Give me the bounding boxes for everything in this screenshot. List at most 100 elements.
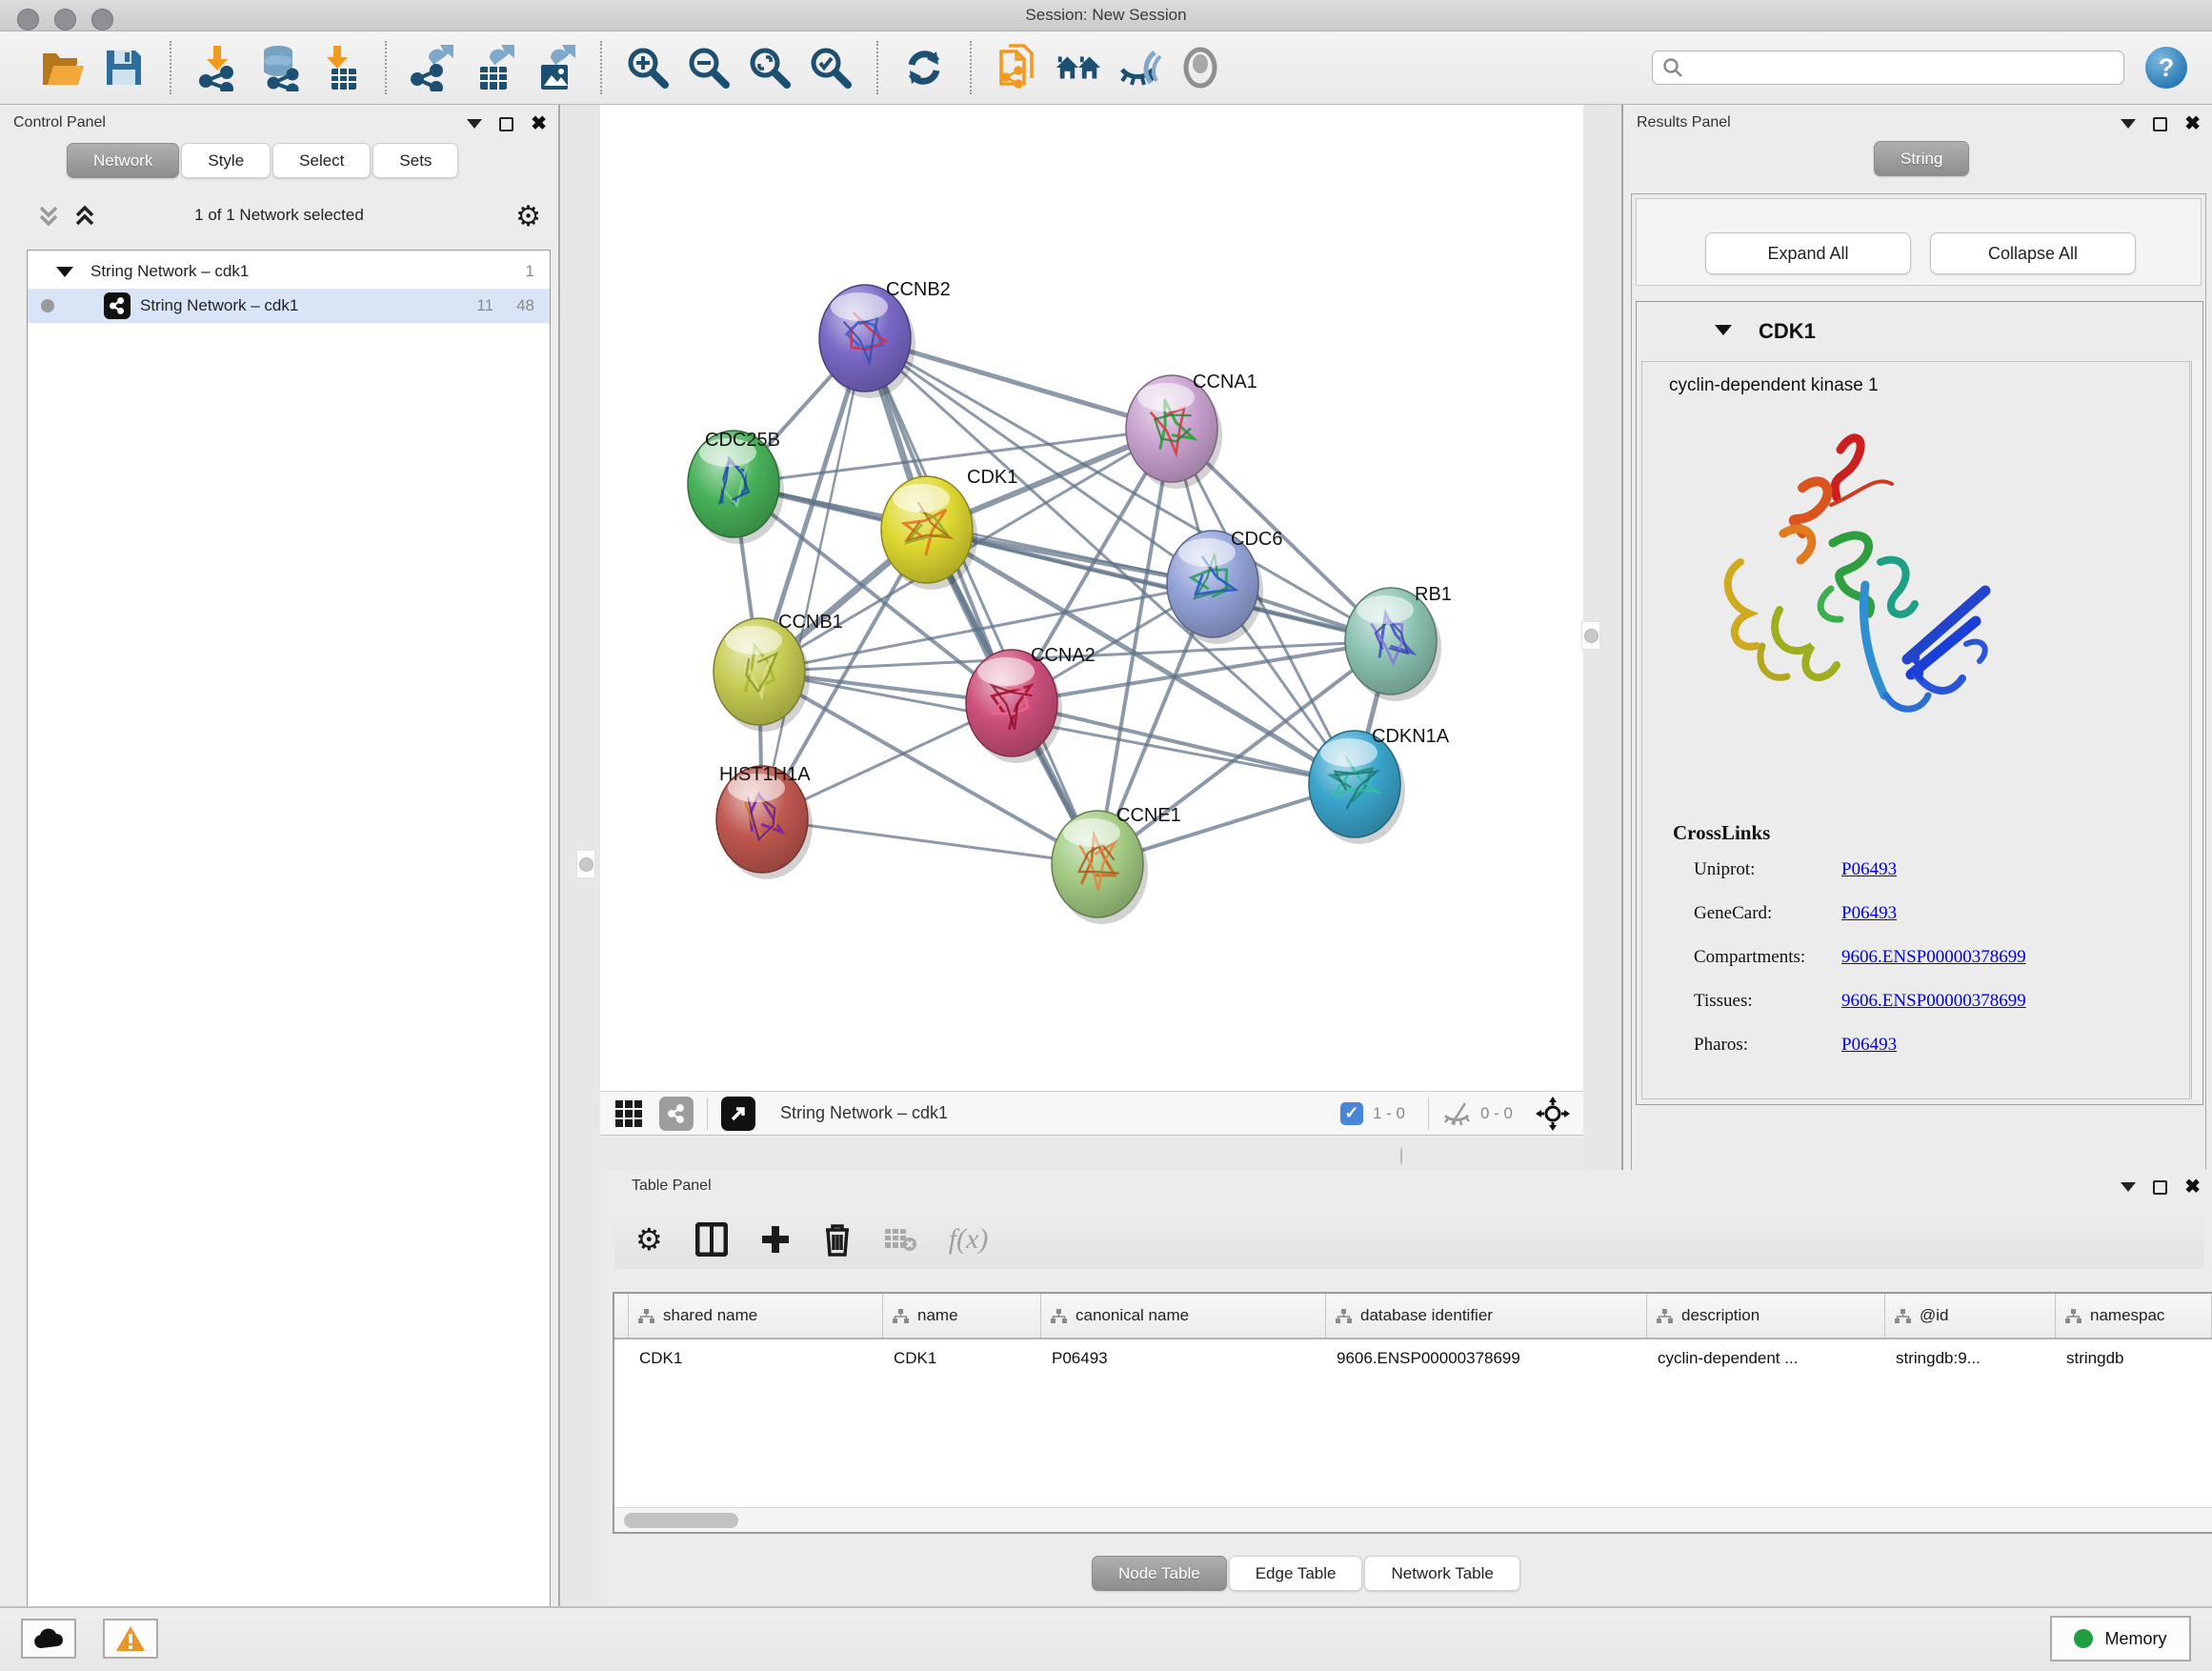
column-header-database-identifier[interactable]: database identifier	[1326, 1294, 1647, 1338]
column-header-canonical-name[interactable]: canonical name	[1041, 1294, 1326, 1338]
expand-all-button[interactable]: Expand All	[1705, 232, 1911, 274]
tab-node-table[interactable]: Node Table	[1092, 1556, 1227, 1591]
table-cell[interactable]: stringdb:9...	[1885, 1341, 2056, 1376]
save-session-icon[interactable]	[100, 44, 148, 91]
import-table-icon[interactable]	[315, 44, 363, 91]
show-columns-icon[interactable]	[695, 1222, 728, 1257]
tab-network-table[interactable]: Network Table	[1364, 1556, 1519, 1591]
column-header-shared-name[interactable]: shared name	[629, 1294, 883, 1338]
bottom-splitter-handle[interactable]	[1400, 1148, 1402, 1165]
selected-nodes-checkbox-icon[interactable]: ✓	[1340, 1102, 1363, 1125]
table-row[interactable]: CDK1CDK1P064939606.ENSP00000378699cyclin…	[614, 1341, 2212, 1376]
network-icon	[104, 292, 131, 319]
export-network-icon[interactable]	[409, 44, 456, 91]
memory-button[interactable]: Memory	[2050, 1616, 2191, 1661]
panel-close-icon[interactable]: ✖	[531, 114, 547, 133]
column-header--id[interactable]: @id	[1885, 1294, 2056, 1338]
expander-icon[interactable]	[56, 267, 73, 277]
collapse-all-button[interactable]: Collapse All	[1930, 232, 2136, 274]
network-share-icon[interactable]	[659, 1097, 694, 1131]
tab-sets[interactable]: Sets	[372, 143, 458, 178]
hidden-eye-icon[interactable]	[1442, 1101, 1471, 1126]
zoom-selected-icon[interactable]	[807, 44, 855, 91]
panel-close-icon[interactable]: ✖	[2184, 1178, 2201, 1197]
table-cell[interactable]: stringdb	[2056, 1341, 2212, 1376]
cloud-button[interactable]	[21, 1619, 76, 1659]
panel-float-icon[interactable]	[499, 117, 513, 131]
current-network-dot-icon	[41, 299, 54, 312]
panel-collapse-icon[interactable]	[467, 119, 482, 129]
right-splitter-handle[interactable]	[1581, 621, 1600, 650]
gear-icon[interactable]: ⚙	[515, 200, 541, 233]
left-splitter-handle[interactable]	[576, 850, 595, 878]
network-collection-row[interactable]: String Network – cdk1 1	[28, 254, 550, 289]
table-cell[interactable]: cyclin-dependent ...	[1647, 1341, 1885, 1376]
delete-column-icon[interactable]	[823, 1222, 852, 1257]
panel-collapse-icon[interactable]	[2121, 1182, 2136, 1192]
homes-icon[interactable]	[1055, 44, 1102, 91]
crosslink-link[interactable]: P06493	[1841, 903, 1897, 923]
tab-style[interactable]: Style	[181, 143, 271, 178]
network-node-ccne1[interactable]: CCNE1	[1052, 805, 1181, 924]
table-cell[interactable]: CDK1	[629, 1341, 883, 1376]
results-tab-string[interactable]: String	[1874, 141, 1971, 176]
network-row-selected[interactable]: String Network – cdk1 11 48	[28, 289, 550, 323]
function-builder-icon[interactable]: f(x)	[949, 1223, 989, 1256]
tab-network[interactable]: Network	[67, 143, 179, 178]
add-column-icon[interactable]	[760, 1224, 791, 1255]
panel-float-icon[interactable]	[2153, 117, 2167, 131]
column-header-description[interactable]: description	[1647, 1294, 1885, 1338]
birdseye-crosshair-icon[interactable]	[1536, 1097, 1570, 1131]
import-database-icon[interactable]	[254, 44, 302, 91]
results-scrollbar[interactable]	[2191, 361, 2202, 1099]
toolbar-separator	[1428, 1097, 1429, 1130]
open-session-icon[interactable]	[39, 44, 87, 91]
network-node-rb1[interactable]: RB1	[1345, 584, 1452, 701]
clear-table-icon[interactable]	[884, 1225, 916, 1254]
network-canvas[interactable]: CCNB2CCNA1CDC25BCDK1CDC6RB1CCNB1CCNA2CDK…	[600, 105, 1583, 1091]
export-image-icon[interactable]	[531, 44, 578, 91]
show-graphics-icon[interactable]	[1176, 44, 1224, 91]
node-label: HIST1H1A	[719, 764, 811, 785]
zoom-out-icon[interactable]	[685, 44, 733, 91]
export-table-icon[interactable]	[470, 44, 517, 91]
gene-section-header[interactable]: CDK1	[1637, 302, 2202, 361]
help-icon[interactable]: ?	[2145, 47, 2187, 89]
hide-graphics-icon[interactable]	[1116, 44, 1163, 91]
network-node-ccna1[interactable]: CCNA1	[1126, 372, 1257, 489]
network-node-cdkn1a[interactable]: CDKN1A	[1309, 726, 1450, 844]
grid-view-icon[interactable]	[613, 1098, 644, 1129]
expander-icon[interactable]	[1715, 325, 1732, 335]
zoom-in-icon[interactable]	[624, 44, 672, 91]
panel-close-icon[interactable]: ✖	[2184, 114, 2201, 133]
zoom-fit-icon[interactable]	[746, 44, 794, 91]
column-header-name[interactable]: name	[883, 1294, 1041, 1338]
table-cell[interactable]: P06493	[1041, 1341, 1326, 1376]
crosslink-link[interactable]: 9606.ENSP00000378699	[1841, 991, 2026, 1011]
table-hscrollbar[interactable]	[614, 1507, 2212, 1532]
node-label: CCNA2	[1031, 645, 1096, 666]
network-node-cdc25b[interactable]: CDC25B	[688, 430, 784, 544]
column-header-namespac[interactable]: namespac	[2056, 1294, 2212, 1338]
refresh-icon[interactable]	[900, 44, 948, 91]
network-node-ccnb2[interactable]: CCNB2	[819, 279, 951, 398]
table-cell[interactable]: 9606.ENSP00000378699	[1326, 1341, 1647, 1376]
table-settings-gear-icon[interactable]: ⚙	[635, 1221, 663, 1258]
crosslink-link[interactable]: 9606.ENSP00000378699	[1841, 947, 2026, 967]
panel-float-icon[interactable]	[2153, 1180, 2167, 1195]
network-node-ccna2[interactable]: CCNA2	[966, 645, 1096, 763]
warning-button[interactable]	[103, 1619, 158, 1659]
open-in-window-icon[interactable]	[721, 1097, 755, 1131]
panel-collapse-icon[interactable]	[2121, 119, 2136, 129]
tab-edge-table[interactable]: Edge Table	[1229, 1556, 1363, 1591]
network-node-hist1h1a[interactable]: HIST1H1A	[716, 764, 813, 879]
table-cell[interactable]: CDK1	[883, 1341, 1041, 1376]
crosslink-link[interactable]: P06493	[1841, 1035, 1897, 1055]
share-file-icon[interactable]	[994, 44, 1041, 91]
crosslink-link[interactable]: P06493	[1841, 859, 1897, 879]
tab-select[interactable]: Select	[272, 143, 371, 178]
import-network-icon[interactable]	[193, 44, 241, 91]
search-input[interactable]	[1691, 59, 2114, 76]
network-node-cdc6[interactable]: CDC6	[1167, 529, 1282, 644]
hscrollbar-handle[interactable]	[624, 1513, 738, 1528]
